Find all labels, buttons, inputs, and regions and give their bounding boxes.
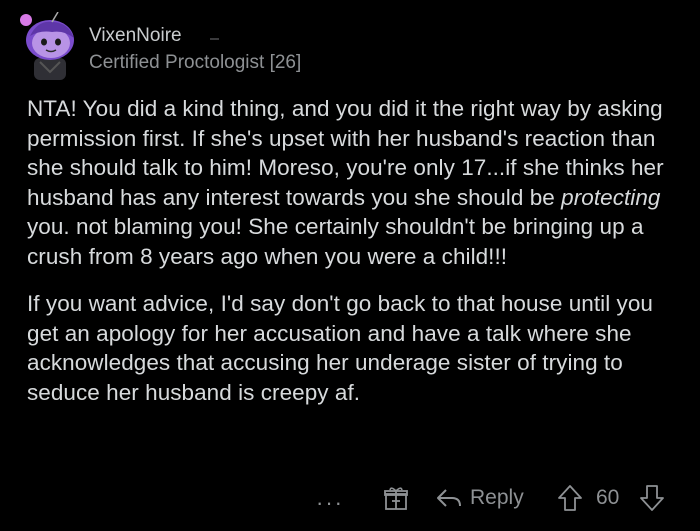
downvote-arrow-icon[interactable] <box>639 484 665 512</box>
username[interactable]: VixenNoire <box>89 25 182 47</box>
comment-paragraph-2: If you want advice, I'd say don't go bac… <box>27 291 653 405</box>
comment-header: VixenNoire Certified Proctologist [26] <box>18 12 678 80</box>
reply-arrow-icon <box>437 489 461 507</box>
comment-body: NTA! You did a kind thing, and you did i… <box>27 94 677 425</box>
reply-label: Reply <box>470 486 524 509</box>
separator <box>210 38 219 40</box>
more-options-button[interactable]: ··· <box>316 490 344 516</box>
award-gift-icon[interactable] <box>383 485 409 511</box>
vote-score: 60 <box>596 486 620 509</box>
comment-paragraph-1: NTA! You did a kind thing, and you did i… <box>27 94 677 271</box>
user-flair: Certified Proctologist [26] <box>89 52 302 73</box>
comment-text: you. not blaming you! She certainly shou… <box>27 214 644 269</box>
avatar[interactable] <box>18 12 82 80</box>
upvote-arrow-icon[interactable] <box>557 484 583 512</box>
comment-actions: ··· Reply 60 <box>0 478 700 518</box>
comment-emphasis: protecting <box>561 184 661 210</box>
